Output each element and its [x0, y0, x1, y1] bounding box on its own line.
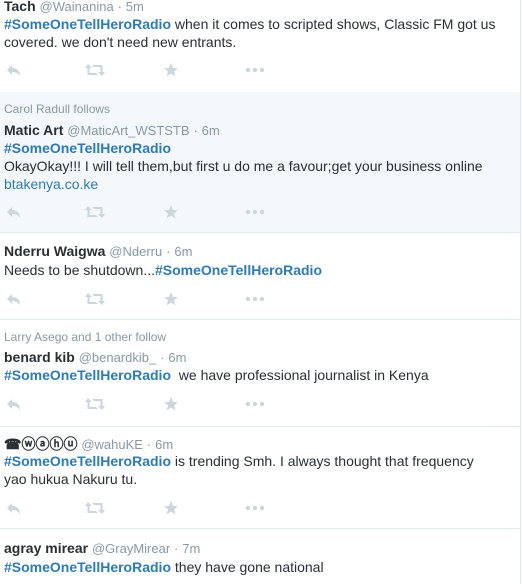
- more-icon[interactable]: [245, 291, 267, 307]
- reply-icon[interactable]: [5, 396, 27, 412]
- retweet-icon[interactable]: [84, 62, 106, 78]
- tweet-header: Tach @Wainanina · 5m: [4, 0, 144, 14]
- tweet[interactable]: Nderru Waigwa @Nderru · 6m Needs to be s…: [0, 232, 520, 320]
- user-handle[interactable]: @Wainanina: [40, 0, 114, 14]
- user-handle[interactable]: @Nderru: [109, 244, 162, 259]
- separator: ·: [146, 437, 152, 452]
- timestamp[interactable]: 6m: [174, 244, 192, 259]
- tweet[interactable]: agray mirear @GrayMirear · 7m #SomeOneTe…: [0, 528, 520, 584]
- timestamp[interactable]: 7m: [182, 541, 200, 556]
- retweet-icon[interactable]: [84, 204, 106, 220]
- more-icon[interactable]: [245, 500, 267, 516]
- tweet-text-part: when it comes to scripted shows, Classic…: [171, 16, 496, 32]
- hashtag-link[interactable]: #SomeOneTellHeroRadio: [155, 262, 322, 278]
- tweet[interactable]: Carol Radull follows Matic Art @MaticArt…: [0, 92, 520, 233]
- user-name[interactable]: benard kib: [4, 349, 75, 365]
- favorite-icon[interactable]: [163, 204, 185, 220]
- retweet-icon[interactable]: [84, 500, 106, 516]
- favorite-icon[interactable]: [163, 396, 185, 412]
- favorite-icon[interactable]: [163, 62, 185, 78]
- separator: ·: [193, 123, 198, 138]
- tweet[interactable]: Larry Asego and 1 other follow benard ki…: [0, 319, 520, 427]
- hashtag-link[interactable]: #SomeOneTellHeroRadio: [4, 16, 171, 32]
- retweet-icon[interactable]: [84, 291, 106, 307]
- tweet-text: #SomeOneTellHeroRadio they have gone nat…: [4, 558, 509, 576]
- reply-icon[interactable]: [5, 204, 27, 220]
- user-handle[interactable]: @wahuKE: [81, 437, 143, 452]
- timestamp[interactable]: 5m: [126, 0, 144, 14]
- tweet[interactable]: Tach @Wainanina · 5m #SomeOneTellHeroRad…: [0, 0, 520, 93]
- more-icon[interactable]: [245, 396, 267, 412]
- retweet-icon[interactable]: [84, 396, 106, 412]
- social-context: Larry Asego and 1 other follow: [4, 330, 167, 344]
- reply-icon[interactable]: [5, 291, 27, 307]
- user-name[interactable]: Matic Art: [4, 122, 63, 138]
- timestamp[interactable]: 6m: [155, 437, 173, 452]
- reply-icon[interactable]: [5, 62, 27, 78]
- tweet-text-part: OkayOkay!!! I will tell them,but first u…: [4, 158, 483, 174]
- user-name[interactable]: Tach: [4, 0, 36, 14]
- social-context: Carol Radull follows: [4, 102, 111, 116]
- user-handle[interactable]: @benardkib_: [79, 350, 157, 365]
- timestamp[interactable]: 6m: [202, 123, 220, 138]
- user-name[interactable]: agray mirear: [4, 540, 88, 556]
- separator: ·: [174, 541, 179, 556]
- tweet-text-part: Needs to be shutdown...: [4, 262, 155, 278]
- tweet-text: Needs to be shutdown...#SomeOneTellHeroR…: [4, 261, 509, 279]
- tweet-text: #SomeOneTellHeroRadio when it comes to s…: [4, 15, 509, 51]
- favorite-icon[interactable]: [163, 291, 185, 307]
- tweet-text: #SomeOneTellHeroRadio we have profession…: [4, 366, 509, 384]
- tweet-text-part: they have gone national: [171, 559, 324, 575]
- url-link[interactable]: btakenya.co.ke: [4, 176, 98, 192]
- hashtag-link[interactable]: #SomeOneTellHeroRadio: [4, 453, 171, 469]
- separator: ·: [117, 0, 122, 14]
- favorite-icon[interactable]: [163, 500, 185, 516]
- tweet-text-part: is trending Smh. I always thought that f…: [171, 453, 474, 469]
- tweet-header: agray mirear @GrayMirear · 7m: [4, 540, 200, 556]
- tweet-header: Nderru Waigwa @Nderru · 6m: [4, 243, 192, 259]
- separator: ·: [160, 350, 165, 365]
- hashtag-link[interactable]: #SomeOneTellHeroRadio: [4, 367, 171, 383]
- more-icon[interactable]: [245, 204, 267, 220]
- tweet-text: #SomeOneTellHeroRadio is trending Smh. I…: [4, 452, 509, 488]
- user-name[interactable]: ☎ⓦⓐⓗⓤ: [4, 436, 77, 452]
- user-name[interactable]: Nderru Waigwa: [4, 243, 105, 259]
- tweet-header: benard kib @benardkib_ · 6m: [4, 349, 186, 365]
- separator: ·: [166, 244, 171, 259]
- user-handle[interactable]: @GrayMirear: [92, 541, 170, 556]
- hashtag-link[interactable]: #SomeOneTellHeroRadio: [4, 559, 171, 575]
- tweet-text: #SomeOneTellHeroRadio OkayOkay!!! I will…: [4, 139, 509, 193]
- hashtag-link[interactable]: #SomeOneTellHeroRadio: [4, 140, 171, 156]
- tweet-text-part: covered. we don't need new entrants.: [4, 34, 237, 50]
- tweet[interactable]: ☎ⓦⓐⓗⓤ @wahuKE · 6m #SomeOneTellHeroRadio…: [0, 426, 520, 529]
- tweet-text-part: we have professional journalist in Kenya: [171, 367, 429, 383]
- timestamp[interactable]: 6m: [168, 350, 186, 365]
- tweet-feed: Tach @Wainanina · 5m #SomeOneTellHeroRad…: [0, 0, 521, 584]
- user-handle[interactable]: @MaticArt_WSTSTB: [67, 123, 189, 138]
- tweet-header: ☎ⓦⓐⓗⓤ @wahuKE · 6m: [4, 434, 173, 454]
- reply-icon[interactable]: [5, 500, 27, 516]
- tweet-text-part: yao hukua Nakuru tu.: [4, 471, 138, 487]
- more-icon[interactable]: [245, 62, 267, 78]
- tweet-header: Matic Art @MaticArt_WSTSTB · 6m: [4, 122, 220, 138]
